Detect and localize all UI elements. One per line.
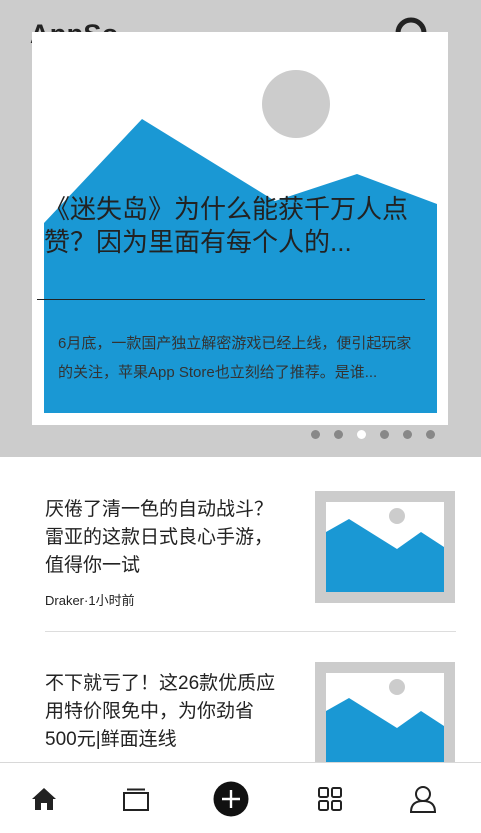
article-thumbnail (315, 491, 455, 603)
tab-cards[interactable] (96, 763, 176, 833)
tab-apps[interactable] (290, 763, 370, 833)
carousel-pagination (311, 430, 435, 439)
image-placeholder-icon (326, 508, 444, 592)
pagination-dot[interactable] (334, 430, 343, 439)
pagination-dot[interactable] (403, 430, 412, 439)
pagination-dot[interactable] (426, 430, 435, 439)
article-meta: Draker·1小时前 (45, 593, 135, 608)
hero-banner: AppSo 《迷失岛》为什么能获千万人点赞？因为里面有每个人的... 6月底，一… (0, 0, 481, 457)
bottom-tab-bar (0, 762, 481, 833)
article-thumbnail (315, 662, 455, 774)
hero-headline[interactable]: 《迷失岛》为什么能获千万人点赞？因为里面有每个人的... (44, 193, 424, 259)
article-title: 厌倦了清一色的自动战斗？雷亚的这款日式良心手游，值得你一试 (45, 499, 274, 576)
tab-home[interactable] (4, 763, 84, 833)
tab-add[interactable] (191, 763, 271, 833)
article-item[interactable]: 不下就亏了！这26款优质应用特价限免中，为你劲省500元|鲜面连线 (45, 662, 456, 774)
pagination-dot-active[interactable] (357, 430, 366, 439)
pagination-dot[interactable] (311, 430, 320, 439)
list-divider (45, 631, 456, 632)
profile-icon (409, 785, 437, 813)
article-title: 不下就亏了！这26款优质应用特价限免中，为你劲省500元|鲜面连线 (45, 673, 276, 750)
hero-summary: 6月底，一款国产独立解密游戏已经上线，便引起玩家的关注，苹果App Store也… (58, 335, 412, 381)
article-item[interactable]: 厌倦了清一色的自动战斗？雷亚的这款日式良心手游，值得你一试 Draker·1小时… (45, 491, 456, 608)
add-icon (213, 781, 249, 816)
cards-icon (123, 788, 149, 811)
hero-divider (37, 299, 425, 300)
apps-grid-icon (318, 786, 342, 811)
image-placeholder-icon (326, 679, 444, 763)
home-icon (32, 787, 56, 810)
pagination-dot[interactable] (380, 430, 389, 439)
tab-profile[interactable] (383, 763, 463, 833)
